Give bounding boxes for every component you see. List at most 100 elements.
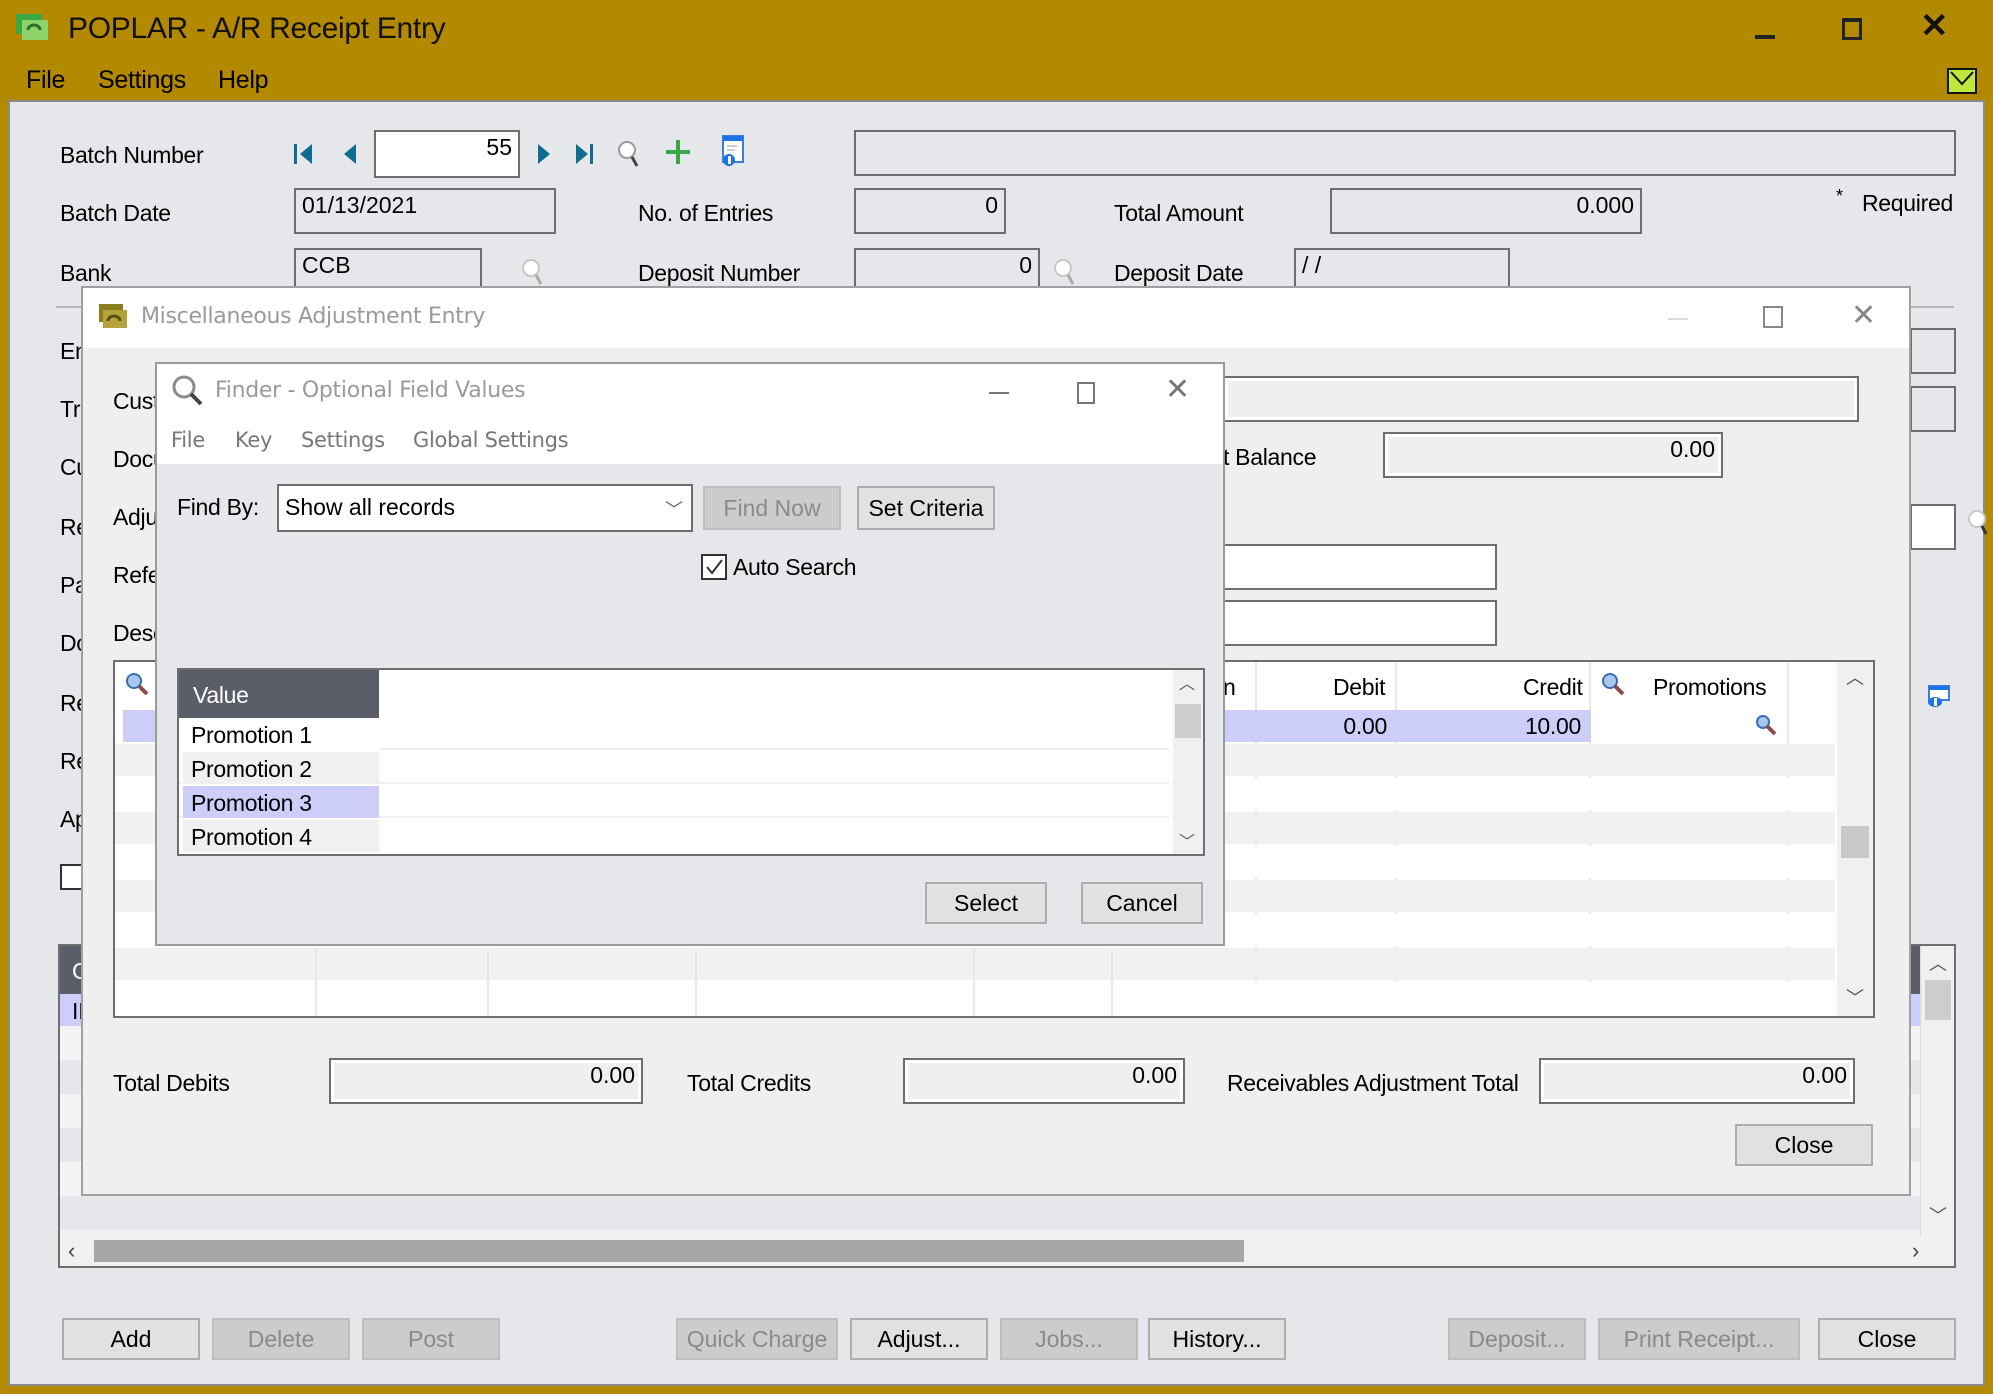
receipt-grid-vscrollbar[interactable]: ︿ ﹀ [1920,946,1954,1236]
close-button[interactable]: ✕ [1920,6,1949,46]
finder-dialog: Finder - Optional Field Values ✕ File Ke… [155,362,1225,946]
add-button[interactable]: Add [62,1318,200,1360]
receipt-grid-row[interactable] [60,1196,1920,1230]
scroll-up-icon[interactable]: ︿ [1929,950,1947,976]
cancel-button[interactable]: Cancel [1081,882,1203,924]
find-now-button[interactable]: Find Now [703,486,841,530]
description-field[interactable] [1223,600,1497,646]
main-right-field-3[interactable] [1910,504,1956,550]
batch-info-button[interactable] [720,134,746,168]
promotions-cell[interactable] [1591,710,1787,742]
deposit-button[interactable]: Deposit... [1448,1318,1586,1360]
post-button[interactable]: Post [362,1318,500,1360]
scroll-down-icon[interactable]: ﹀ [1929,1202,1947,1228]
bank-label: Bank [60,260,112,286]
finder-close-button[interactable]: ✕ [1165,372,1190,407]
finder-row[interactable]: Promotion 4 [179,820,1169,852]
last-record-button[interactable] [572,141,596,167]
finder-column-header-value[interactable]: Value [179,670,379,718]
new-batch-button[interactable] [664,138,692,166]
deposit-finder-button[interactable] [1052,256,1078,288]
previous-record-button[interactable] [340,141,360,167]
batch-finder-button[interactable] [616,138,642,170]
close-icon: ✕ [1920,7,1949,45]
finder-search-icon [171,374,205,413]
scroll-thumb[interactable] [1925,980,1951,1020]
menu-help[interactable]: Help [218,66,269,95]
jobs-button[interactable]: Jobs... [1000,1318,1138,1360]
misc-minimize-button[interactable] [1668,318,1688,320]
menu-file[interactable]: File [26,66,65,95]
misc-close-button[interactable]: ✕ [1851,298,1876,333]
column-header-credit: Credit [1523,674,1583,700]
search-icon [1054,259,1075,285]
column-header-debit: Debit [1333,674,1386,700]
finder-row[interactable]: Promotion 1 [179,718,1169,750]
finder-menu-settings[interactable]: Settings [301,428,385,452]
close-button-main[interactable]: Close [1818,1318,1956,1360]
finder-minimize-button[interactable] [989,392,1009,394]
scroll-left-icon[interactable]: ‹ [68,1238,75,1264]
maximize-button[interactable] [1842,14,1862,48]
minimize-button[interactable] [1755,10,1775,44]
auto-search-checkbox[interactable] [701,554,727,580]
auto-search-label: Auto Search [733,554,857,580]
reference-field[interactable] [1223,544,1497,590]
adjustment-grid-vscrollbar[interactable]: ︿ ﹀ [1837,662,1873,1016]
finder-row-selected[interactable]: Promotion 3 [179,786,1169,818]
find-by-select[interactable]: Show all records ﹀ [277,484,693,532]
set-criteria-button[interactable]: Set Criteria [857,486,995,530]
batch-number-input[interactable]: 55 [374,130,520,178]
scroll-up-icon[interactable]: ︿ [1846,664,1864,690]
message-envelope-icon[interactable] [1947,68,1977,94]
total-credits-label: Total Credits [687,1070,811,1096]
finder-row[interactable]: Promotion 2 [179,752,1169,784]
print-receipt-button[interactable]: Print Receipt... [1598,1318,1800,1360]
scroll-down-icon[interactable]: ﹀ [1846,984,1864,1010]
search-icon [618,141,639,167]
plus-icon [666,140,690,164]
column-finder-icon[interactable] [125,672,151,703]
receipt-grid-hscrollbar[interactable]: ‹ › [60,1236,1954,1266]
lower-col-divider [315,948,317,1016]
debit-cell[interactable]: 0.00 [1277,713,1387,740]
delete-button[interactable]: Delete [212,1318,350,1360]
info-document-icon [1928,685,1950,707]
finder-menu-file[interactable]: File [171,428,205,452]
history-button[interactable]: History... [1148,1318,1286,1360]
finder-vscrollbar[interactable]: ︿ ﹀ [1173,670,1203,854]
last-icon [576,144,593,164]
adjust-button[interactable]: Adjust... [850,1318,988,1360]
total-amount-field: 0.000 [1330,188,1642,234]
scroll-down-icon[interactable]: ﹀ [1179,828,1195,852]
scroll-up-icon[interactable]: ︿ [1179,670,1195,694]
finder-menu-key[interactable]: Key [235,428,272,452]
select-button[interactable]: Select [925,882,1047,924]
scroll-right-icon[interactable]: › [1912,1238,1919,1264]
first-record-button[interactable] [292,141,316,167]
quick-charge-button[interactable]: Quick Charge [676,1318,838,1360]
misc-close-dialog-button[interactable]: Close [1735,1124,1873,1166]
menu-settings[interactable]: Settings [98,66,186,95]
finder-maximize-button[interactable] [1077,382,1095,404]
adjustment-grid-row[interactable] [115,948,1835,980]
previous-icon [344,144,356,164]
main-right-info-button[interactable] [1926,684,1952,718]
promotions-finder-icon[interactable] [1601,672,1627,703]
scroll-thumb[interactable] [1841,826,1869,858]
window-titlebar: POPLAR - A/R Receipt Entry ✕ [0,0,1993,58]
search-icon [522,259,543,285]
adjustment-grid-row[interactable] [115,982,1835,1016]
scroll-thumb[interactable] [1175,704,1201,738]
promotions-cell-finder-icon[interactable] [1755,714,1779,743]
required-label: Required [1862,190,1953,216]
hscroll-thumb[interactable] [94,1240,1244,1262]
main-right-finder-button[interactable] [1966,508,1988,538]
finder-menu-global-settings[interactable]: Global Settings [413,428,569,452]
batch-description-field[interactable] [854,130,1956,176]
misc-maximize-button[interactable] [1763,306,1783,328]
credit-cell[interactable]: 10.00 [1401,713,1581,740]
next-record-button[interactable] [534,141,554,167]
entries-field: 0 [854,188,1006,234]
bank-finder-button[interactable] [520,256,546,288]
